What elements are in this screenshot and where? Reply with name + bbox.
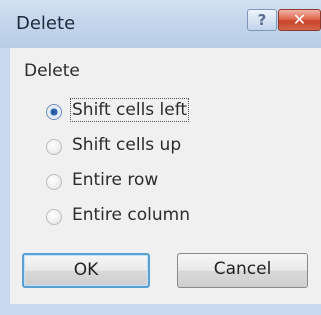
- radio-button-selected[interactable]: [46, 104, 62, 120]
- cancel-button[interactable]: Cancel: [177, 253, 308, 288]
- dialog-title: Delete: [16, 13, 76, 34]
- help-button[interactable]: ?: [247, 9, 277, 31]
- delete-group-label: Delete: [24, 61, 80, 81]
- radio-button[interactable]: [46, 139, 62, 155]
- title-bar[interactable]: Delete ? ✕: [0, 0, 321, 48]
- window-left-border: [0, 48, 10, 315]
- radio-label: Shift cells up: [72, 135, 182, 155]
- ok-button[interactable]: OK: [22, 253, 150, 288]
- radio-button[interactable]: [46, 174, 62, 190]
- radio-label: Entire row: [72, 170, 159, 190]
- close-button[interactable]: ✕: [278, 9, 321, 31]
- radio-label: Shift cells left: [69, 98, 190, 122]
- question-mark-icon: ?: [257, 11, 267, 29]
- window-bottom-border: [0, 304, 321, 315]
- delete-dialog: Delete ? ✕ Delete Shift cells left Shift…: [0, 0, 321, 315]
- close-icon: ✕: [292, 10, 307, 29]
- radio-label: Entire column: [72, 205, 190, 225]
- radio-button[interactable]: [46, 209, 62, 225]
